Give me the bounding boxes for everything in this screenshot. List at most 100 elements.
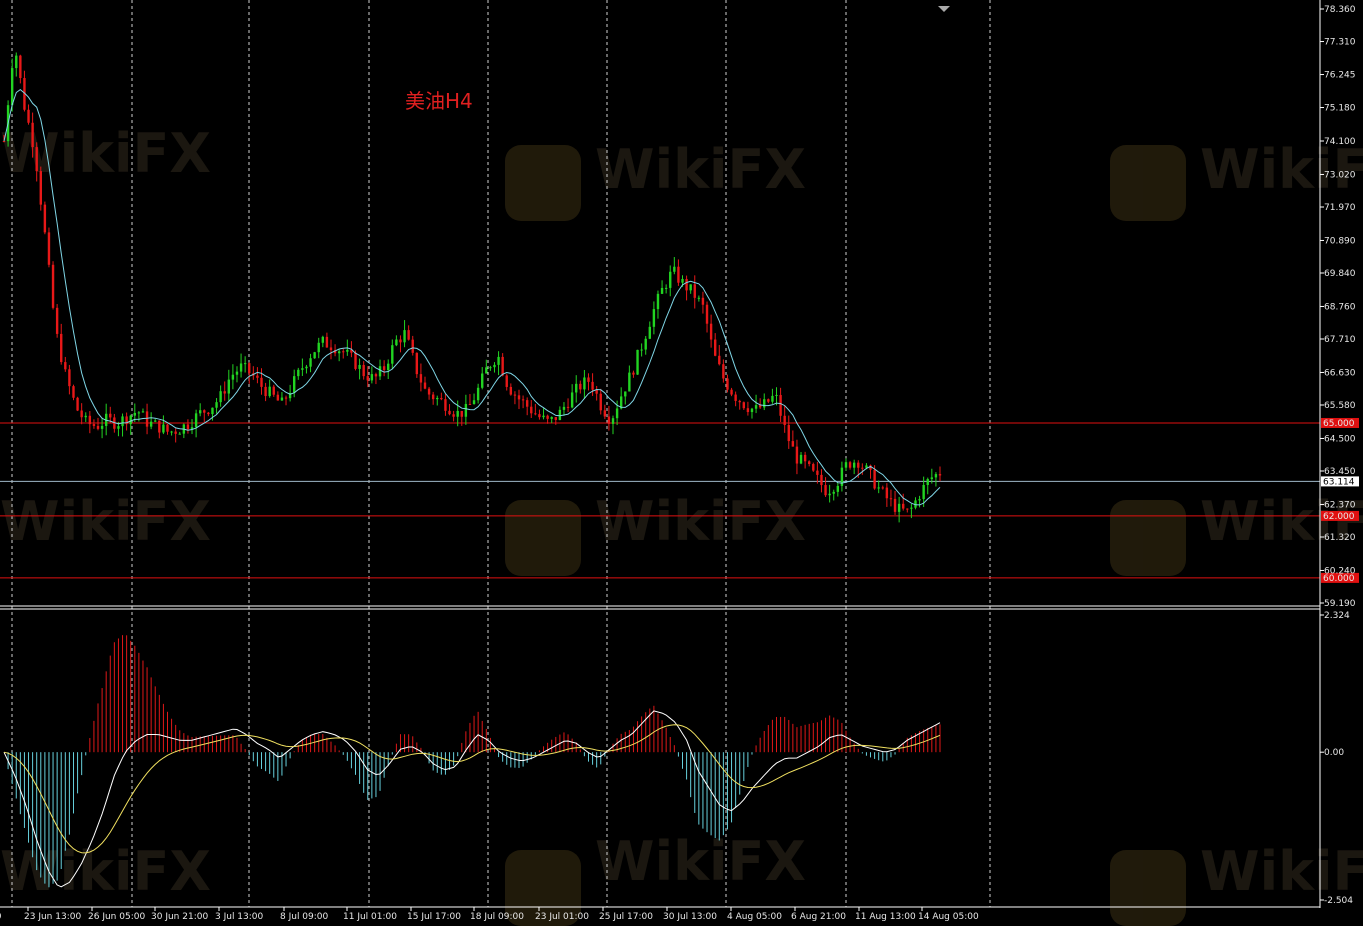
candle-body — [137, 412, 141, 414]
candle-body — [219, 391, 222, 403]
candle-body — [873, 469, 876, 489]
candle-body — [906, 508, 909, 510]
price-tick-label: 77.310 — [1324, 38, 1356, 48]
candle-body — [370, 374, 374, 381]
candle-body — [566, 406, 570, 408]
candle-body — [673, 266, 676, 272]
candle-body — [387, 363, 390, 371]
candle-body — [791, 441, 795, 447]
candle-body — [96, 425, 100, 429]
price-tick-label: 71.970 — [1324, 203, 1356, 213]
candle-body — [485, 367, 488, 374]
candle-body — [689, 284, 692, 291]
candle-body — [534, 413, 537, 415]
candle-body — [808, 461, 811, 465]
candle-body — [677, 266, 680, 283]
candle-body — [109, 413, 112, 418]
candle-body — [750, 408, 754, 413]
candle-body — [591, 381, 594, 390]
price-tick-label: 70.890 — [1324, 236, 1356, 246]
time-tick-label: 30 Jun 21:00 — [151, 912, 208, 922]
candle-body — [395, 339, 398, 346]
candle-body — [243, 363, 247, 365]
candle-body — [893, 498, 897, 512]
candle-body — [697, 297, 701, 299]
candle-body — [648, 326, 651, 339]
price-tick-label: 75.180 — [1324, 104, 1356, 114]
candle-body — [84, 415, 87, 418]
candle-body — [92, 424, 96, 426]
current-price-label: 63.114 — [1323, 477, 1355, 487]
candle-body — [293, 376, 296, 393]
price-tick-label: 74.100 — [1324, 137, 1356, 147]
time-tick-label: 11 Jul 01:00 — [343, 912, 397, 922]
candle-body — [763, 399, 766, 408]
watermark-text: WikiFX — [0, 840, 211, 903]
candle-body — [513, 394, 517, 396]
candle-body — [530, 406, 533, 414]
candle-body — [607, 416, 611, 424]
candle-body — [910, 507, 913, 509]
candle-body — [918, 499, 921, 501]
candle-body — [329, 347, 333, 351]
candle-body — [207, 412, 210, 415]
candle-body — [848, 462, 852, 468]
candle-body — [211, 407, 214, 415]
price-tick-label: 66.630 — [1324, 368, 1356, 378]
level-price-label: 65.000 — [1323, 419, 1355, 429]
candle-body — [640, 349, 643, 351]
candle-body — [456, 410, 459, 417]
candle-body — [558, 409, 562, 420]
macd-tick-label: 0.00 — [1324, 748, 1344, 758]
time-tick-label: 14 Aug 05:00 — [918, 912, 979, 922]
candle-body — [407, 330, 410, 340]
candle-body — [440, 397, 443, 400]
time-tick-label: 23 Jun 13:00 — [24, 912, 81, 922]
candle-body — [636, 349, 639, 375]
candle-body — [587, 377, 590, 382]
candle-body — [366, 376, 369, 381]
candle-body — [709, 323, 713, 340]
candle-body — [362, 364, 365, 377]
candle-body — [644, 338, 647, 350]
candle-body — [493, 364, 496, 368]
candle-body — [775, 394, 778, 396]
candle-body — [399, 339, 402, 343]
chart-window[interactable]: WikiFX WikiFX WikiFX WikiFX WikiFX WikiF… — [0, 0, 1363, 926]
candle-body — [877, 487, 880, 489]
candle-body — [824, 485, 827, 496]
price-tick-label: 59.190 — [1324, 599, 1356, 609]
candle-body — [930, 477, 934, 480]
candle-body — [374, 374, 378, 377]
candle-body — [149, 421, 153, 427]
candle-body — [926, 479, 929, 485]
candle-body — [158, 420, 161, 433]
candle-body — [701, 297, 705, 305]
candle-body — [525, 400, 529, 407]
candle-body — [562, 406, 566, 410]
candle-body — [664, 287, 668, 289]
candle-body — [615, 408, 619, 419]
candle-body — [35, 147, 38, 172]
candle-body — [248, 363, 251, 374]
candle-body — [628, 372, 631, 392]
candle-body — [938, 474, 942, 476]
candle-body — [162, 424, 165, 433]
candle-body — [76, 397, 79, 411]
candle-body — [783, 415, 786, 426]
candle-body — [681, 278, 684, 283]
candle-body — [771, 395, 774, 402]
candle-body — [902, 503, 905, 509]
candle-body — [603, 410, 607, 417]
candle-body — [521, 399, 525, 401]
candle-body — [656, 293, 660, 310]
candle-body — [198, 410, 202, 414]
candle-body — [19, 55, 22, 79]
candle-body — [836, 485, 840, 492]
watermark-text: WikiFX — [0, 490, 211, 553]
candle-body — [10, 68, 14, 106]
candle-body — [284, 397, 288, 399]
candle-body — [100, 425, 104, 429]
candle-body — [726, 378, 729, 390]
candle-body — [280, 397, 284, 401]
